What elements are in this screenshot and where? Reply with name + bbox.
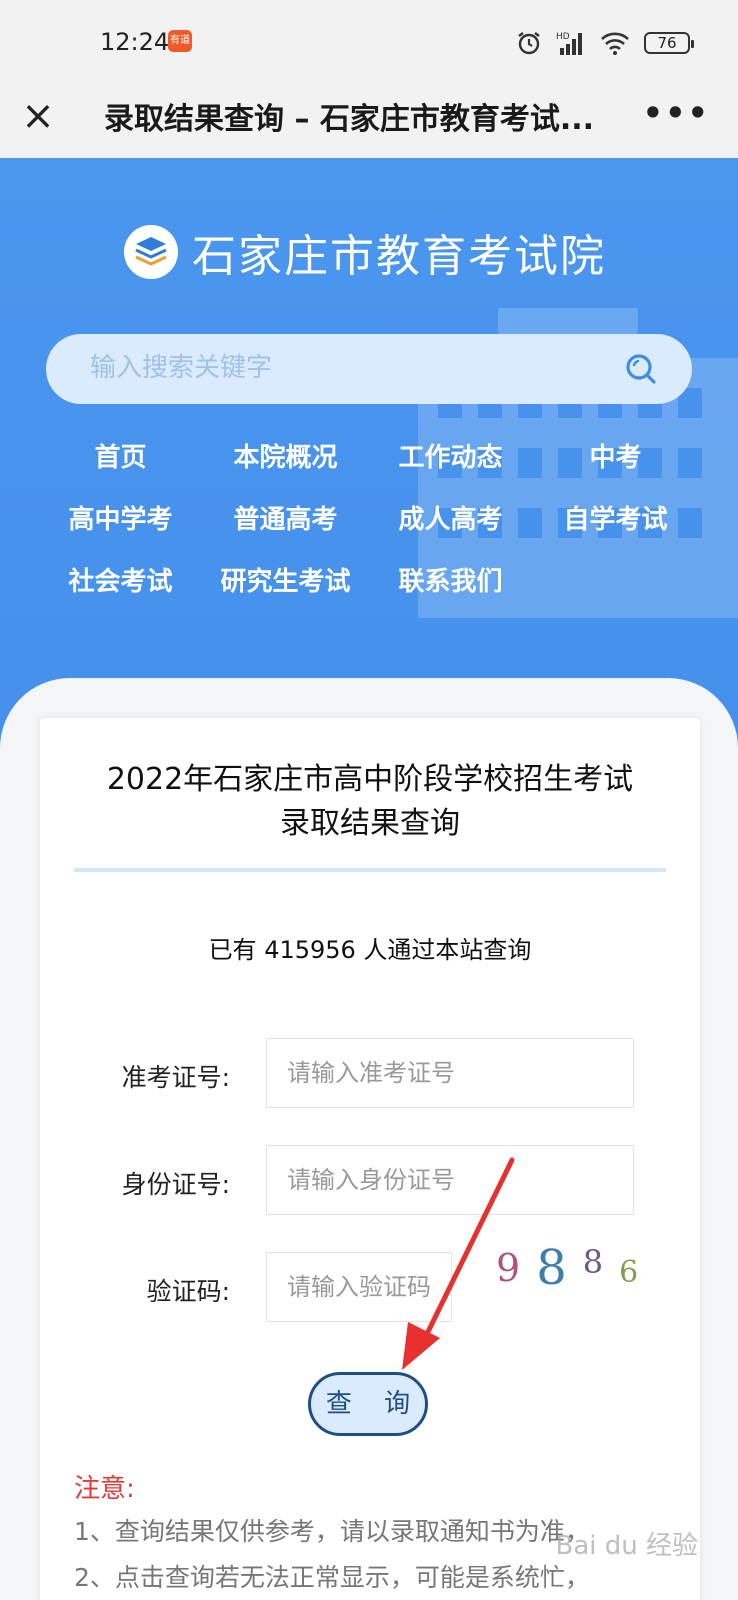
nav-item-graduate-exam[interactable]: 研究生考试 [203, 564, 368, 600]
card-title-line-2: 录取结果查询 [280, 806, 460, 841]
id-card-input[interactable] [266, 1145, 634, 1215]
captcha-image[interactable]: 9 8 8 6 [496, 1238, 676, 1298]
exam-id-input[interactable] [266, 1038, 634, 1108]
captcha-digit: 6 [619, 1254, 639, 1290]
brand-name: 石家庄市教育考试院 [192, 231, 606, 282]
app-notification-icon: 有道 [168, 30, 192, 52]
alarm-icon [518, 32, 540, 55]
nav-item-adult-exam[interactable]: 成人高考 [368, 502, 533, 538]
nav-item-high-school-exam[interactable]: 高中学考 [38, 502, 203, 538]
visit-count: 已有 415956 人通过本站查询 [208, 936, 532, 964]
notice-title: 注意: [74, 1474, 135, 1504]
search-icon[interactable] [624, 352, 658, 386]
captcha-digit: 8 [582, 1243, 604, 1281]
id-card-label: 身份证号: [121, 1170, 230, 1199]
nav-item-contact[interactable]: 联系我们 [368, 564, 533, 600]
exam-id-label: 准考证号: [121, 1063, 230, 1092]
nav-item-home[interactable]: 首页 [38, 440, 203, 476]
signal-icon: HD [556, 32, 582, 55]
title-bar: × 录取结果查询 – 石家庄市教育考试... ••• [0, 88, 738, 158]
status-icons: HD 76 [516, 26, 694, 60]
brand: 石家庄市教育考试院 [124, 220, 606, 284]
captcha-digit: 9 [496, 1246, 521, 1290]
battery-icon: 76 [644, 32, 694, 54]
title-divider [74, 868, 666, 872]
query-card: 2022年石家庄市高中阶段学校招生考试 录取结果查询 已有 415956 人通过… [40, 718, 700, 1600]
page-title: 录取结果查询 – 石家庄市教育考试... [104, 102, 595, 137]
nav-item-zhongkao[interactable]: 中考 [533, 440, 698, 476]
nav-item-social-exam[interactable]: 社会考试 [38, 564, 203, 600]
captcha-label: 验证码: [146, 1277, 230, 1306]
status-time: 12:24 [100, 28, 170, 56]
site-header: 石家庄市教育考试院 首页 本院概况 工作动态 中考 高中学考 普通高考 成人高考… [0, 158, 738, 758]
status-bar: 12:24 有道 HD 76 [0, 0, 738, 88]
captcha-digit: 8 [536, 1240, 567, 1296]
close-icon[interactable]: × [20, 96, 56, 136]
card-title-line-1: 2022年石家庄市高中阶段学校招生考试 [106, 762, 634, 797]
watermark: Bai du 经验 [555, 1531, 698, 1561]
nav-item-news[interactable]: 工作动态 [368, 440, 533, 476]
query-button[interactable]: 查 询 [308, 1372, 428, 1436]
nav-item-self-study-exam[interactable]: 自学考试 [533, 502, 698, 538]
logo-icon [124, 225, 178, 279]
nav-item-gaokao[interactable]: 普通高考 [203, 502, 368, 538]
svg-text:HD: HD [556, 32, 570, 42]
nav-item-about[interactable]: 本院概况 [203, 440, 368, 476]
notice-line-2: 2、点击查询若无法正常显示，可能是系统忙， [74, 1563, 590, 1592]
more-options-icon[interactable]: ••• [643, 94, 710, 132]
notice-line-1: 1、查询结果仅供参考，请以录取通知书为准， [74, 1517, 590, 1546]
wifi-icon [601, 32, 629, 55]
card-title: 2022年石家庄市高中阶段学校招生考试 录取结果查询 [40, 758, 700, 846]
main-nav: 首页 本院概况 工作动态 中考 高中学考 普通高考 成人高考 自学考试 社会考试… [38, 440, 698, 600]
captcha-input[interactable] [266, 1252, 452, 1322]
search-input[interactable] [90, 348, 590, 388]
search-box [46, 334, 692, 404]
